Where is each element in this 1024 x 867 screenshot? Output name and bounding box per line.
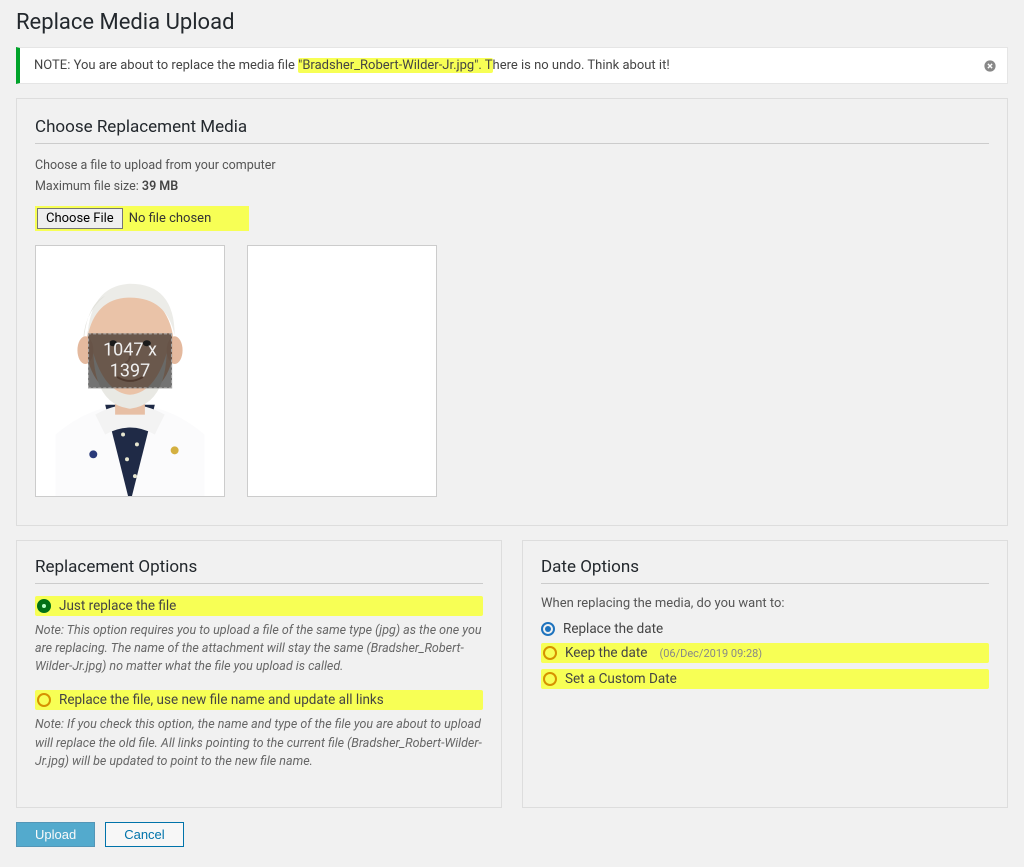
preview-row: 1047 x 1397 [35, 245, 989, 497]
radio-selected-icon [541, 622, 555, 636]
page-title: Replace Media Upload [16, 10, 1008, 35]
replace-option-new-name-label: Replace the file, use new file name and … [59, 692, 384, 708]
date-option-replace-label: Replace the date [563, 621, 663, 637]
close-icon[interactable] [981, 57, 999, 75]
max-filesize-label: Maximum file size: [35, 179, 142, 194]
upload-button[interactable]: Upload [16, 822, 95, 847]
replace-option-just-replace-note: Note: This option requires you to upload… [35, 622, 483, 676]
file-chosen-status: No file chosen [129, 211, 212, 226]
replacement-options-panel: Replacement Options Just replace the fil… [16, 540, 502, 808]
notice-suffix: here is no undo. Think about it! [493, 58, 670, 73]
choose-replacement-panel: Choose Replacement Media Choose a file t… [16, 98, 1008, 526]
notice-prefix: NOTE: You are about to replace the media… [34, 58, 298, 73]
replace-option-just-replace[interactable]: Just replace the file [35, 596, 483, 616]
choose-replacement-heading: Choose Replacement Media [35, 117, 989, 144]
date-options-heading: Date Options [541, 557, 989, 584]
radio-unselected-icon [543, 672, 557, 686]
current-media-preview: 1047 x 1397 [35, 245, 225, 497]
file-chooser-row: Choose File No file chosen [35, 206, 249, 231]
notice-bar: NOTE: You are about to replace the media… [16, 47, 1008, 84]
replace-option-new-name-note: Note: If you check this option, the name… [35, 716, 483, 770]
date-options-panel: Date Options When replacing the media, d… [522, 540, 1008, 808]
replacement-options-heading: Replacement Options [35, 557, 483, 584]
replace-option-new-name[interactable]: Replace the file, use new file name and … [35, 690, 483, 710]
new-media-placeholder [247, 245, 437, 497]
dimensions-badge: 1047 x 1397 [88, 333, 172, 388]
action-row: Upload Cancel [16, 822, 1008, 847]
date-option-replace[interactable]: Replace the date [541, 621, 989, 637]
choose-instruction: Choose a file to upload from your comput… [35, 158, 989, 173]
date-option-custom-label: Set a Custom Date [565, 671, 677, 687]
date-option-keep-label: Keep the date [565, 645, 647, 661]
notice-filename-highlight: "Bradsher_Robert-Wilder-Jr.jpg". T [298, 58, 492, 73]
radio-unselected-icon [543, 646, 557, 660]
cancel-button[interactable]: Cancel [105, 822, 183, 847]
date-option-custom[interactable]: Set a Custom Date [541, 669, 989, 689]
date-option-keep[interactable]: Keep the date (06/Dec/2019 09:28) [541, 643, 989, 663]
choose-file-button[interactable]: Choose File [37, 208, 123, 229]
radio-unselected-icon [37, 693, 51, 707]
max-filesize-value: 39 MB [142, 179, 178, 194]
date-options-prompt: When replacing the media, do you want to… [541, 596, 989, 611]
radio-selected-icon [37, 599, 51, 613]
max-filesize-row: Maximum file size: 39 MB [35, 179, 989, 194]
replace-option-just-replace-label: Just replace the file [59, 598, 176, 614]
date-option-keep-hint: (06/Dec/2019 09:28) [659, 647, 762, 660]
